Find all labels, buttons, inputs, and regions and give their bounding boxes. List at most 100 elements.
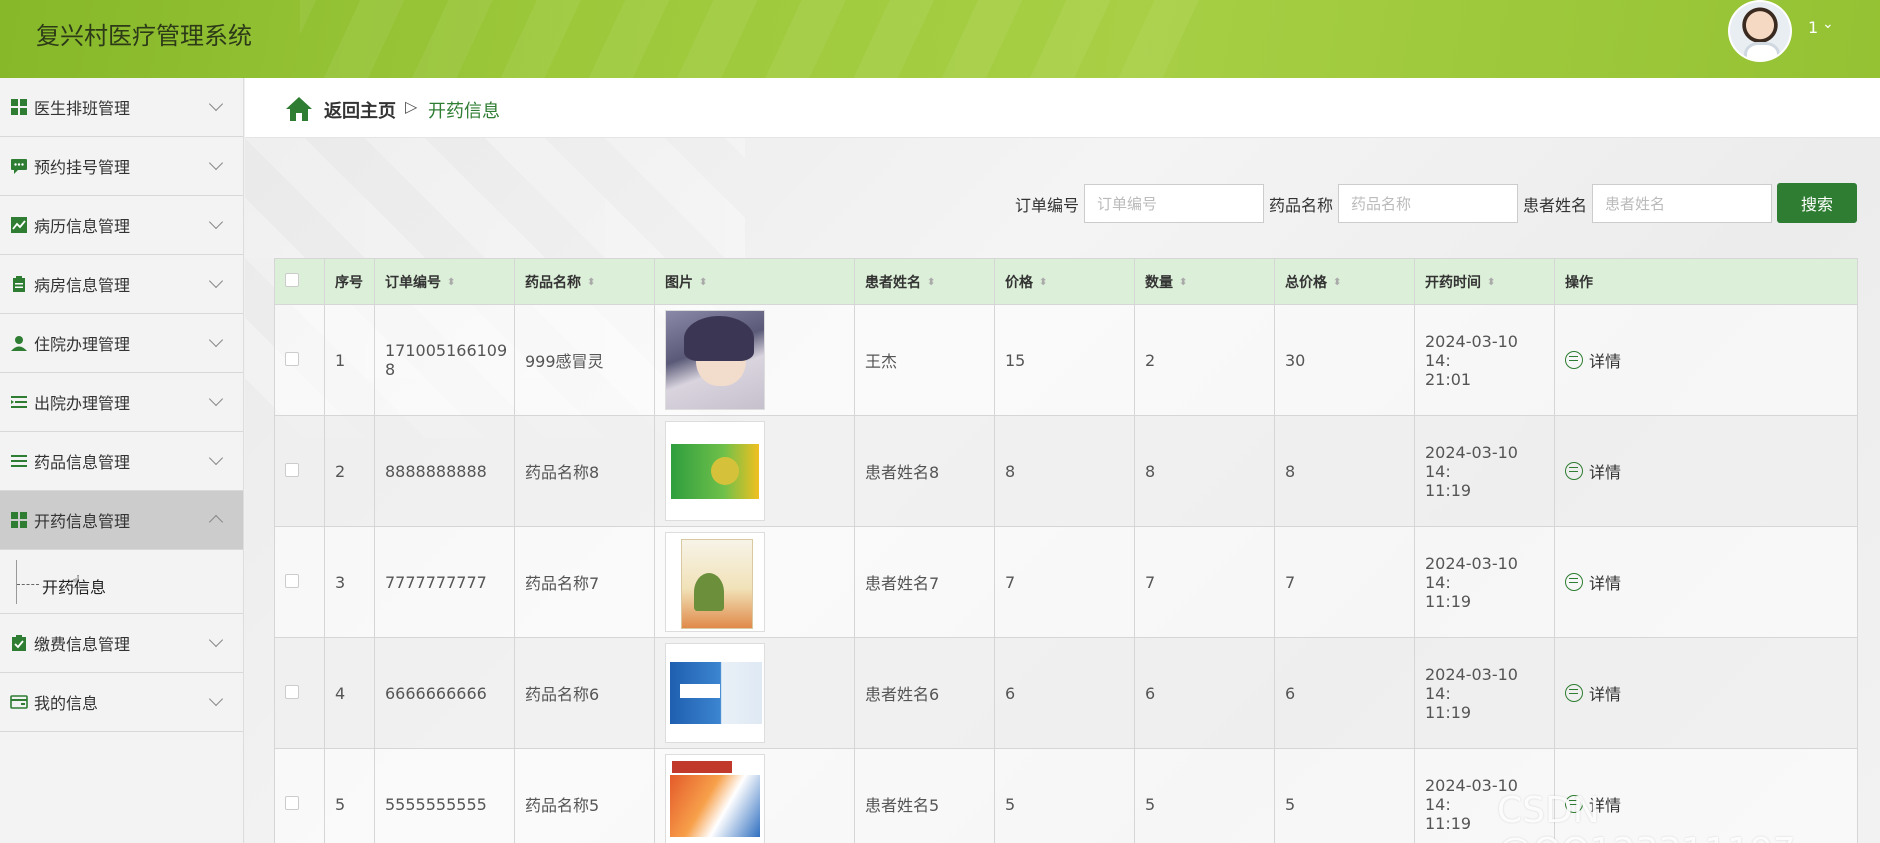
column-header-price[interactable]: 价格 ⬍ bbox=[994, 258, 1135, 305]
tree-line bbox=[16, 560, 17, 604]
drug-image[interactable] bbox=[665, 310, 765, 410]
cell-quantity: 5 bbox=[1134, 748, 1275, 843]
main-content: 返回主页 ▷ 开药信息 订单编号 药品名称 患者姓名 搜索 序号 订单编号⬍ 药… bbox=[245, 78, 1880, 843]
cell-image bbox=[654, 304, 855, 416]
chevron-down-icon bbox=[208, 155, 224, 171]
search-button[interactable]: 搜索 bbox=[1777, 183, 1857, 223]
patient-name-label: 患者姓名 bbox=[1523, 196, 1588, 215]
column-header-patient[interactable]: 患者姓名 ⬍ bbox=[854, 258, 995, 305]
table-row: 4 6666666666 药品名称6 患者姓名6 6 6 6 2024-03-1… bbox=[274, 637, 1858, 749]
cell-price: 6 bbox=[994, 637, 1135, 749]
sidebar-item-label: 病房信息管理 bbox=[34, 276, 131, 295]
sort-icon[interactable]: ⬍ bbox=[587, 277, 595, 288]
column-header-total[interactable]: 总价格 ⬍ bbox=[1274, 258, 1415, 305]
sidebar-item-prescription[interactable]: 开药信息管理 bbox=[0, 491, 243, 550]
home-icon[interactable] bbox=[285, 96, 313, 122]
cell-time: 2024-03-10 14: 21:01 bbox=[1414, 304, 1555, 416]
detail-button[interactable]: 详情 bbox=[1565, 459, 1621, 483]
wallet-icon bbox=[10, 693, 28, 711]
chevron-down-icon bbox=[208, 632, 224, 648]
column-header-image[interactable]: 图片 ⬍ bbox=[654, 258, 855, 305]
sidebar-item-drug-info[interactable]: 药品信息管理 bbox=[0, 432, 243, 491]
chevron-down-icon bbox=[208, 332, 224, 348]
sidebar-item-admission[interactable]: 住院办理管理 bbox=[0, 314, 243, 373]
cell-total: 6 bbox=[1274, 637, 1415, 749]
sort-icon[interactable]: ⬍ bbox=[447, 277, 455, 288]
sidebar-item-label: 我的信息 bbox=[34, 694, 99, 713]
chat-icon bbox=[10, 157, 28, 175]
cell-quantity: 6 bbox=[1134, 637, 1275, 749]
cell-image bbox=[654, 415, 855, 527]
cell-patient: 患者姓名7 bbox=[854, 526, 995, 638]
order-number-label: 订单编号 bbox=[1015, 196, 1080, 215]
sidebar-item-doctor-schedule[interactable]: 医生排班管理 bbox=[0, 78, 243, 137]
cell-order: 8888888888 bbox=[374, 415, 515, 527]
sidebar-item-appointment[interactable]: 预约挂号管理 bbox=[0, 137, 243, 196]
row-checkbox[interactable] bbox=[285, 684, 299, 699]
sort-icon[interactable]: ⬍ bbox=[1179, 277, 1187, 288]
cell-patient: 患者姓名6 bbox=[854, 637, 995, 749]
sidebar-item-my-info[interactable]: 我的信息 bbox=[0, 673, 243, 732]
drug-image[interactable] bbox=[665, 421, 765, 521]
detail-button[interactable]: 详情 bbox=[1565, 681, 1621, 705]
sort-icon[interactable]: ⬍ bbox=[699, 277, 707, 288]
breadcrumb-home-link[interactable]: 返回主页 bbox=[324, 97, 396, 123]
select-all-cell[interactable] bbox=[274, 258, 325, 305]
table-row: 3 7777777777 药品名称7 患者姓名7 7 7 7 2024-03-1… bbox=[274, 526, 1858, 638]
row-select-cell[interactable] bbox=[274, 415, 325, 527]
sidebar-subitem-prescription-info[interactable]: 开药信息 bbox=[0, 550, 243, 614]
sort-icon[interactable]: ⬍ bbox=[1333, 277, 1341, 288]
cell-order: 5555555555 bbox=[374, 748, 515, 843]
cell-drug: 药品名称8 bbox=[514, 415, 655, 527]
sidebar-item-ward[interactable]: 病房信息管理 bbox=[0, 255, 243, 314]
sort-icon[interactable]: ⬍ bbox=[927, 277, 935, 288]
column-header-drug[interactable]: 药品名称 ⬍ bbox=[514, 258, 655, 305]
cell-order: 6666666666 bbox=[374, 637, 515, 749]
cell-image bbox=[654, 526, 855, 638]
sidebar-item-discharge[interactable]: 出院办理管理 bbox=[0, 373, 243, 432]
sidebar-item-label: 缴费信息管理 bbox=[34, 635, 131, 654]
cell-time: 2024-03-10 14: 11:19 bbox=[1414, 526, 1555, 638]
detail-button[interactable]: 详情 bbox=[1565, 570, 1621, 594]
detail-icon bbox=[1565, 461, 1583, 480]
sidebar-item-label: 病历信息管理 bbox=[34, 217, 131, 236]
user-name[interactable]: 1 bbox=[1808, 18, 1818, 37]
row-select-cell[interactable] bbox=[274, 748, 325, 843]
row-checkbox[interactable] bbox=[285, 795, 299, 810]
chevron-down-icon bbox=[208, 391, 224, 407]
drug-image[interactable] bbox=[665, 643, 765, 743]
column-header-quantity[interactable]: 数量 ⬍ bbox=[1134, 258, 1275, 305]
row-checkbox[interactable] bbox=[285, 351, 299, 366]
clipboard-icon bbox=[10, 275, 28, 293]
detail-button[interactable]: 详情 bbox=[1565, 348, 1621, 372]
column-header-order[interactable]: 订单编号 ⬍ bbox=[374, 258, 515, 305]
sort-icon[interactable]: ⬍ bbox=[1487, 277, 1495, 288]
breadcrumb: 返回主页 ▷ 开药信息 bbox=[245, 78, 1880, 138]
sidebar-item-label: 住院办理管理 bbox=[34, 335, 131, 354]
chart-line-icon bbox=[10, 216, 28, 234]
cell-action: 详情 bbox=[1554, 526, 1858, 638]
chevron-down-icon bbox=[208, 691, 224, 707]
drug-image[interactable] bbox=[665, 754, 765, 843]
row-select-cell[interactable] bbox=[274, 526, 325, 638]
list-icon bbox=[10, 393, 28, 411]
sort-icon[interactable]: ⬍ bbox=[1039, 277, 1047, 288]
select-all-checkbox[interactable] bbox=[285, 272, 299, 287]
cell-total: 7 bbox=[1274, 526, 1415, 638]
patient-name-input[interactable] bbox=[1592, 184, 1772, 223]
order-number-input[interactable] bbox=[1084, 184, 1264, 223]
drug-image[interactable] bbox=[665, 532, 765, 632]
user-avatar[interactable] bbox=[1728, 0, 1792, 62]
drug-name-input[interactable] bbox=[1338, 184, 1518, 223]
row-checkbox[interactable] bbox=[285, 573, 299, 588]
row-select-cell[interactable] bbox=[274, 304, 325, 416]
row-select-cell[interactable] bbox=[274, 637, 325, 749]
sidebar-item-payment[interactable]: 缴费信息管理 bbox=[0, 614, 243, 673]
column-header-time[interactable]: 开药时间 ⬍ bbox=[1414, 258, 1555, 305]
sidebar-item-medical-record[interactable]: 病历信息管理 bbox=[0, 196, 243, 255]
cell-drug: 药品名称5 bbox=[514, 748, 655, 843]
chevron-down-icon[interactable]: ⌄ bbox=[1822, 16, 1834, 32]
row-checkbox[interactable] bbox=[285, 462, 299, 477]
mouse-cursor-icon: ☝ bbox=[70, 572, 81, 593]
cell-order: 171005166109 8 bbox=[374, 304, 515, 416]
